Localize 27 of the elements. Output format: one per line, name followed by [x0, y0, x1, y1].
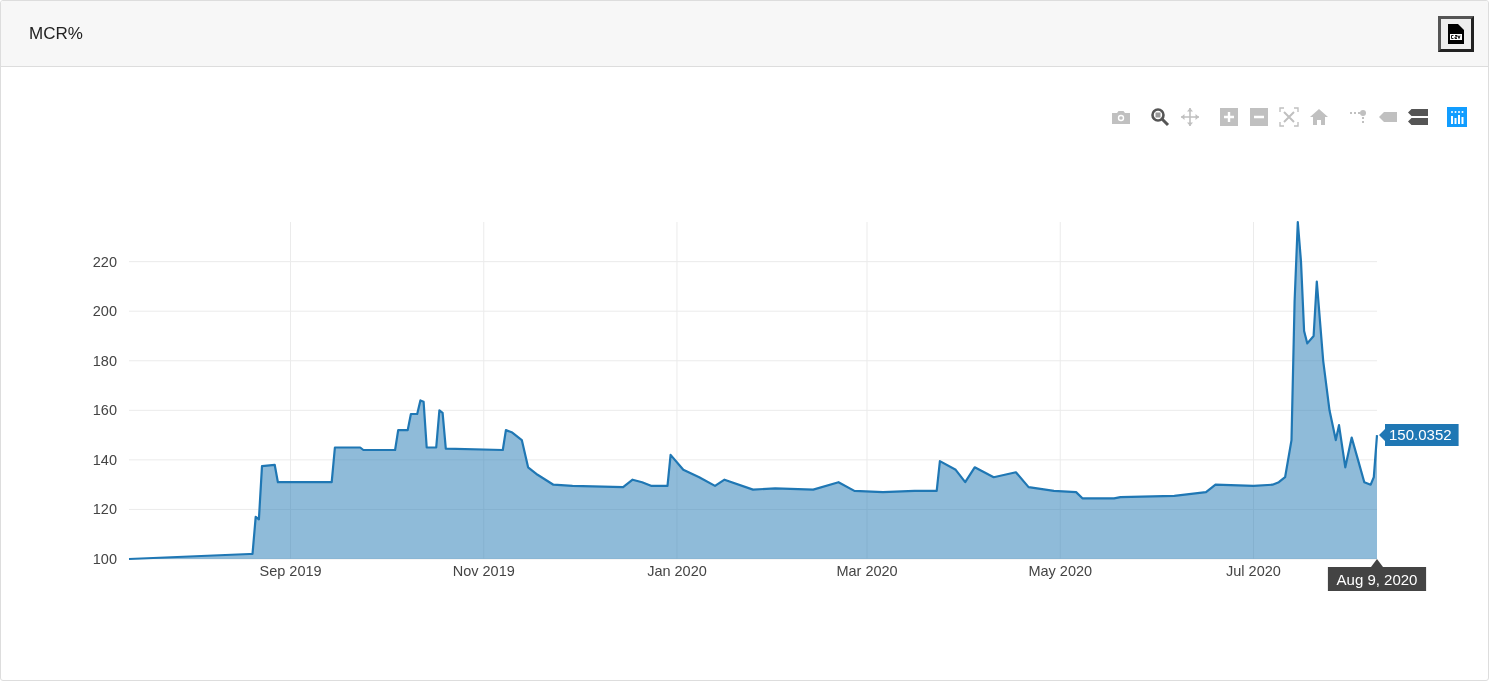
csv-download-button[interactable]	[1438, 15, 1474, 52]
value-hover-label: 150.0352	[1379, 424, 1459, 447]
x-tick-label: Sep 2019	[259, 563, 322, 579]
zoom-in-icon[interactable]	[1219, 107, 1239, 127]
csv-file-icon	[1448, 23, 1464, 44]
y-tick-label: 160	[92, 402, 117, 419]
zoom-out-icon[interactable]	[1249, 107, 1269, 127]
y-tick-label: 120	[92, 501, 117, 518]
zoom-icon[interactable]	[1150, 107, 1170, 127]
y-tick-label: 100	[92, 551, 117, 567]
y-tick-label: 220	[92, 253, 117, 270]
date-hover-label: Aug 9, 2020	[1327, 559, 1427, 591]
y-tick-label: 200	[92, 303, 117, 320]
x-tick-label: Nov 2019	[452, 563, 515, 579]
x-tick-label: Mar 2020	[836, 563, 898, 579]
home-icon[interactable]	[1309, 107, 1329, 127]
x-tick-label: Jan 2020	[647, 563, 707, 579]
hover-compare-icon[interactable]	[1408, 107, 1428, 127]
y-tick-label: 180	[92, 352, 117, 369]
annotation: 150.0352	[1389, 426, 1452, 444]
pan-icon[interactable]	[1180, 107, 1200, 127]
bar-chart-logo-icon[interactable]	[1447, 107, 1467, 127]
x-tick-label: Jul 2020	[1226, 563, 1281, 579]
autoscale-icon[interactable]	[1279, 107, 1299, 127]
y-tick-label: 140	[92, 451, 117, 468]
x-tick-label: May 2020	[1028, 563, 1093, 579]
panel-title: MCR%	[29, 23, 83, 44]
